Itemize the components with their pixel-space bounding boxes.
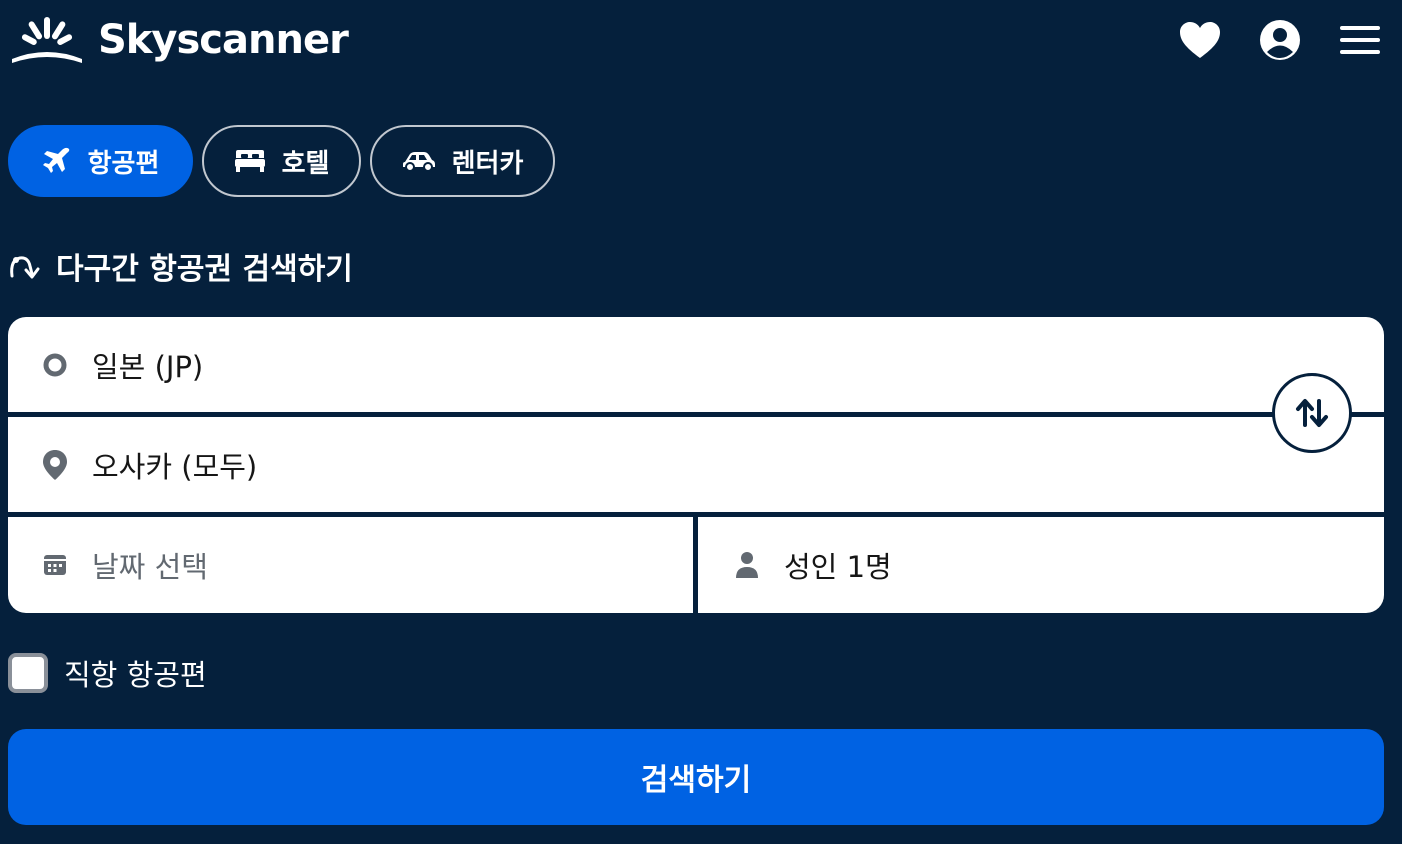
multi-city-label: 다구간 항공권 검색하기 bbox=[56, 252, 353, 287]
tab-flights[interactable]: 항공편 bbox=[8, 125, 193, 197]
destination-value: 오사카 (모두) bbox=[92, 449, 258, 484]
vertical-tabs: 항공편 호텔 렌터카 bbox=[8, 125, 555, 197]
skyscanner-logo[interactable]: Skyscanner bbox=[8, 12, 349, 68]
plane-icon bbox=[42, 147, 69, 173]
account-icon[interactable] bbox=[1258, 18, 1302, 62]
multi-city-link[interactable]: 다구간 항공권 검색하기 bbox=[8, 244, 353, 288]
bed-icon bbox=[234, 150, 265, 172]
header: Skyscanner bbox=[0, 0, 1402, 90]
swap-arrows-icon bbox=[1296, 399, 1328, 427]
sunburst-logo-icon bbox=[12, 17, 82, 63]
search-form: 일본 (JP) 오사카 (모두) 날짜 선택 성인 1명 bbox=[8, 317, 1384, 613]
direct-flights-label: 직항 항공편 bbox=[64, 658, 207, 692]
car-icon bbox=[402, 152, 435, 172]
tab-hotels-label: 호텔 bbox=[281, 148, 330, 179]
calendar-icon bbox=[40, 554, 70, 576]
date-field[interactable]: 날짜 선택 bbox=[8, 517, 693, 613]
tab-car-hire[interactable]: 렌터카 bbox=[370, 125, 555, 197]
person-icon bbox=[732, 551, 762, 579]
origin-field[interactable]: 일본 (JP) bbox=[8, 317, 1384, 412]
heart-icon[interactable] bbox=[1178, 18, 1222, 62]
tab-hotels[interactable]: 호텔 bbox=[202, 125, 361, 197]
location-pin-icon bbox=[40, 449, 70, 481]
swap-button[interactable] bbox=[1272, 373, 1352, 453]
brand-name: Skyscanner bbox=[98, 17, 349, 63]
origin-circle-icon bbox=[40, 352, 70, 378]
destination-field[interactable]: 오사카 (모두) bbox=[8, 417, 1384, 512]
date-placeholder: 날짜 선택 bbox=[92, 550, 208, 584]
search-button[interactable]: 검색하기 bbox=[8, 729, 1384, 825]
tab-car-hire-label: 렌터카 bbox=[451, 148, 524, 179]
travellers-field[interactable]: 성인 1명 bbox=[698, 517, 1384, 613]
tab-flights-label: 항공편 bbox=[87, 148, 160, 179]
direct-flights-option[interactable]: 직항 항공편 bbox=[8, 652, 207, 694]
multi-city-icon bbox=[10, 256, 40, 279]
origin-value: 일본 (JP) bbox=[92, 349, 204, 384]
direct-flights-checkbox[interactable] bbox=[8, 653, 48, 693]
menu-icon[interactable] bbox=[1338, 18, 1382, 62]
travellers-value: 성인 1명 bbox=[784, 550, 892, 584]
